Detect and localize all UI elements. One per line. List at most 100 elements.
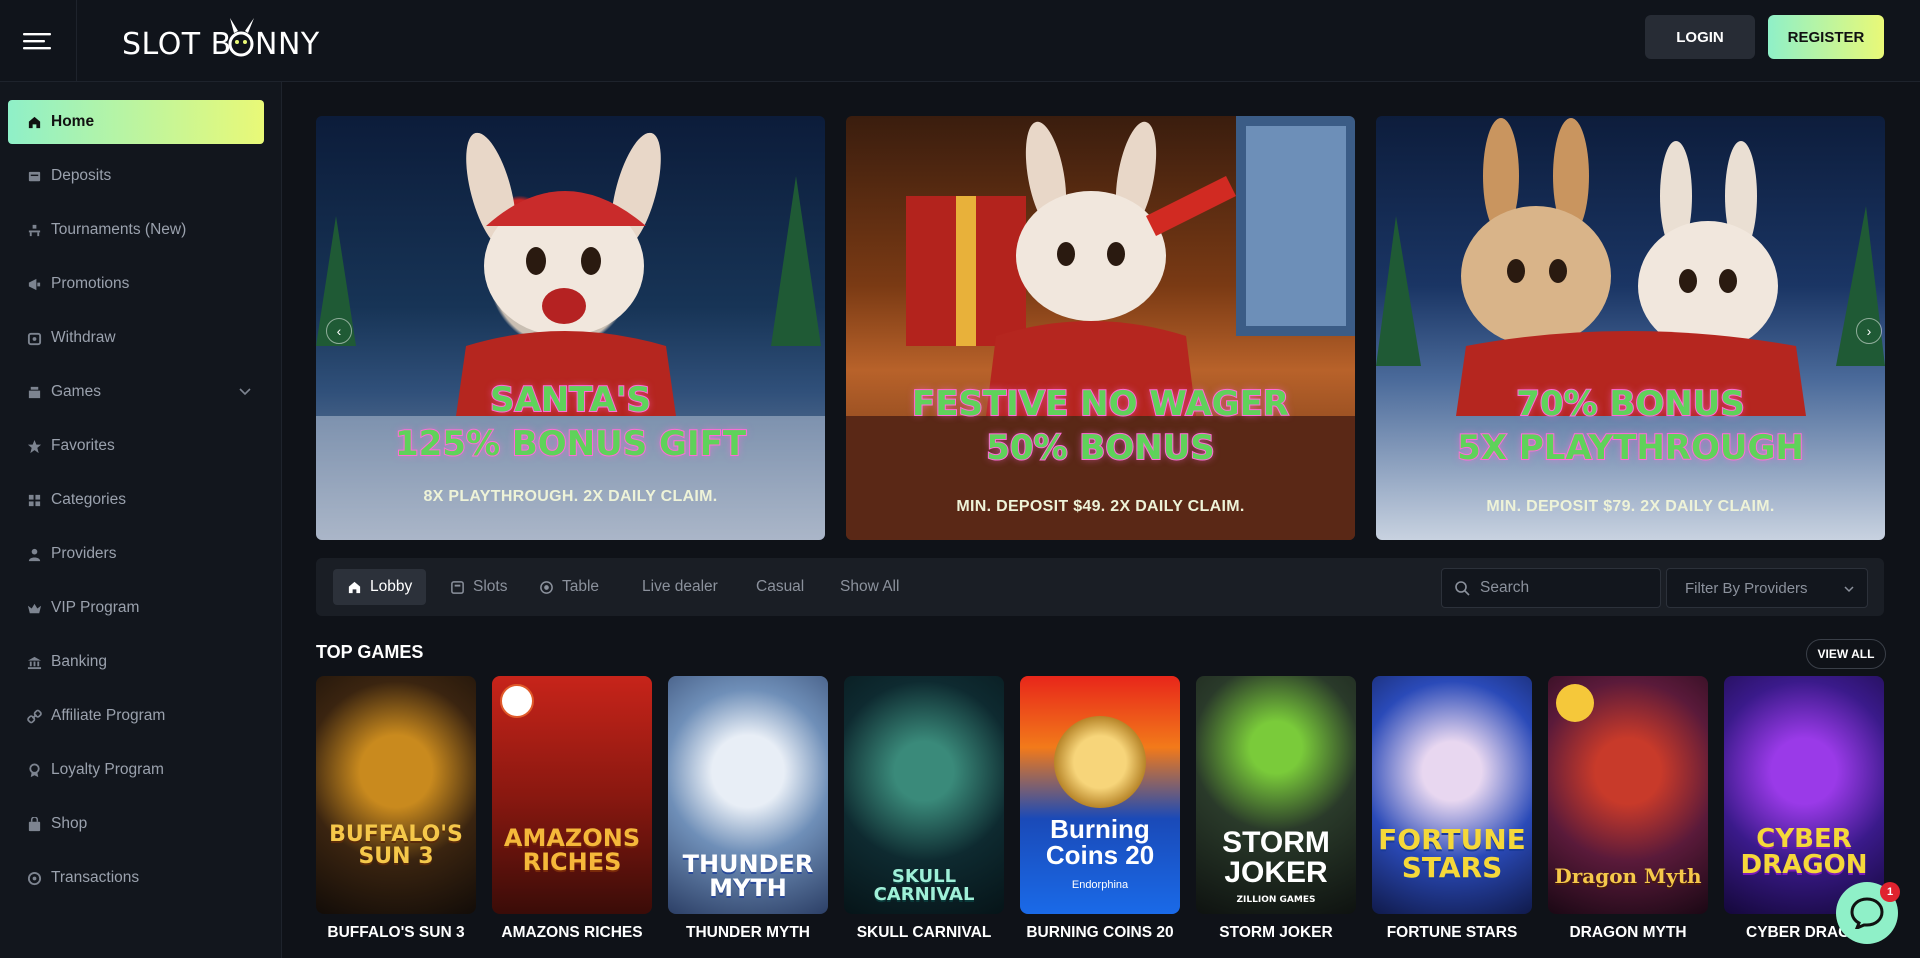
star-icon bbox=[26, 438, 42, 454]
sidebar-item-categories[interactable]: Categories bbox=[8, 478, 264, 522]
sidebar: Home Deposits Tournaments (New) Promotio… bbox=[0, 82, 282, 958]
sidebar-item-label: Categories bbox=[51, 491, 126, 508]
chevron-right-icon: › bbox=[1866, 323, 1872, 339]
game-card[interactable]: CYBER DRAGON bbox=[1724, 676, 1884, 914]
sidebar-item-affiliate[interactable]: Affiliate Program bbox=[8, 694, 264, 738]
game-title[interactable]: BURNING COINS 20 bbox=[1020, 924, 1180, 942]
game-logo: Dragon Myth bbox=[1554, 864, 1702, 888]
sidebar-item-promotions[interactable]: Promotions bbox=[8, 262, 264, 306]
game-card[interactable]: SKULL CARNIVAL bbox=[844, 676, 1004, 914]
game-logo: FORTUNE STARS bbox=[1378, 823, 1526, 884]
grid-icon bbox=[26, 492, 42, 508]
sidebar-item-label: Transactions bbox=[51, 869, 140, 886]
view-all-button[interactable]: VIEW ALL bbox=[1806, 639, 1886, 669]
game-logo: SKULL CARNIVAL bbox=[873, 866, 975, 905]
game-title[interactable]: AMAZONS RICHES bbox=[492, 924, 652, 942]
tab-slots[interactable]: Slots bbox=[436, 569, 521, 605]
provider-name: Endorphina bbox=[1071, 879, 1129, 891]
carousel-next-button[interactable]: › bbox=[1856, 318, 1882, 344]
banner-title: 50% BONUS bbox=[985, 427, 1216, 469]
tab-casual[interactable]: Casual bbox=[742, 569, 818, 605]
sidebar-item-withdraw[interactable]: Withdraw bbox=[8, 316, 264, 360]
bunny-logo-icon: SLOT B NNY bbox=[122, 18, 320, 62]
tab-live-dealer[interactable]: Live dealer bbox=[628, 569, 732, 605]
game-card[interactable]: BUFFALO'S SUN 3 bbox=[316, 676, 476, 914]
link-icon bbox=[26, 708, 42, 724]
game-logo: THUNDER MYTH bbox=[682, 850, 814, 902]
sidebar-item-home[interactable]: Home bbox=[8, 100, 264, 144]
sidebar-item-vip[interactable]: VIP Program bbox=[8, 586, 264, 630]
sidebar-item-label: Loyalty Program bbox=[51, 761, 164, 778]
chevron-down-icon[interactable] bbox=[238, 384, 252, 398]
sidebar-item-shop[interactable]: Shop bbox=[8, 802, 264, 846]
game-title[interactable]: DRAGON MYTH bbox=[1548, 924, 1708, 942]
tab-lobby[interactable]: Lobby bbox=[333, 569, 427, 605]
game-card[interactable]: THUNDER MYTH bbox=[668, 676, 828, 914]
tab-table[interactable]: Table bbox=[525, 569, 613, 605]
game-title[interactable]: FORTUNE STARS bbox=[1372, 924, 1532, 942]
tab-label: Show All bbox=[840, 578, 900, 595]
game-card[interactable]: FORTUNE STARS bbox=[1372, 676, 1532, 914]
twin-bunnies-illustration bbox=[1376, 118, 1885, 416]
sidebar-item-banking[interactable]: Banking bbox=[8, 640, 264, 684]
game-card[interactable]: STORM JOKER ZILLION GAMES bbox=[1196, 676, 1356, 914]
svg-text:NNY: NNY bbox=[255, 27, 320, 62]
sidebar-item-label: Games bbox=[51, 383, 101, 400]
game-thumbnail bbox=[316, 676, 476, 914]
promo-banner[interactable]: FESTIVE NO WAGER 50% BONUS MIN. DEPOSIT … bbox=[846, 116, 1355, 540]
sidebar-item-label: VIP Program bbox=[51, 599, 140, 616]
svg-text:SLOT B: SLOT B bbox=[122, 27, 232, 62]
tab-label: Slots bbox=[473, 578, 508, 595]
header: SLOT B NNY LOGIN REGISTER bbox=[0, 0, 1920, 82]
table-icon bbox=[540, 580, 553, 594]
provider-badge-icon bbox=[500, 684, 534, 718]
coin-icon bbox=[1054, 716, 1146, 808]
bank-icon bbox=[26, 654, 42, 670]
game-logo: Burning Coins 20 bbox=[1045, 814, 1155, 870]
sidebar-item-deposits[interactable]: Deposits bbox=[8, 154, 264, 198]
game-card[interactable]: Burning Coins 20 Endorphina bbox=[1020, 676, 1180, 914]
home-icon bbox=[348, 581, 361, 593]
game-logo: CYBER DRAGON bbox=[1740, 824, 1868, 880]
game-title[interactable]: STORM JOKER bbox=[1196, 924, 1356, 942]
sidebar-item-loyalty[interactable]: Loyalty Program bbox=[8, 748, 264, 792]
game-title[interactable]: SKULL CARNIVAL bbox=[844, 924, 1004, 942]
sidebar-item-favorites[interactable]: Favorites bbox=[8, 424, 264, 468]
banner-title: FESTIVE NO WAGER bbox=[911, 383, 1290, 425]
sidebar-item-label: Affiliate Program bbox=[51, 707, 166, 724]
game-title[interactable]: BUFFALO'S SUN 3 bbox=[316, 924, 476, 942]
deposit-icon bbox=[26, 168, 42, 184]
badge-icon bbox=[26, 762, 42, 778]
carousel-prev-button[interactable]: ‹ bbox=[326, 318, 352, 344]
promo-banner[interactable]: SANTA'S 125% BONUS GIFT 8X PLAYTHROUGH. … bbox=[316, 116, 825, 540]
promo-banner[interactable]: 70% BONUS 5X PLAYTHROUGH MIN. DEPOSIT $7… bbox=[1376, 116, 1885, 540]
chevron-down-icon bbox=[1844, 586, 1854, 593]
tab-show-all[interactable]: Show All bbox=[826, 569, 913, 605]
chat-bubble-icon bbox=[1850, 897, 1884, 929]
sidebar-item-providers[interactable]: Providers bbox=[8, 532, 264, 576]
game-card[interactable]: Dragon Myth bbox=[1548, 676, 1708, 914]
search-input[interactable]: Search bbox=[1441, 568, 1661, 608]
chevron-left-icon: ‹ bbox=[336, 323, 342, 339]
sidebar-item-transactions[interactable]: Transactions bbox=[8, 856, 264, 900]
user-icon bbox=[26, 546, 42, 562]
tournament-icon bbox=[26, 222, 42, 238]
menu-button[interactable] bbox=[0, 0, 77, 82]
sidebar-item-label: Tournaments (New) bbox=[51, 221, 187, 238]
brand-logo[interactable]: SLOT B NNY bbox=[122, 18, 352, 62]
sidebar-item-label: Shop bbox=[51, 815, 88, 832]
register-button[interactable]: REGISTER bbox=[1768, 15, 1884, 59]
sidebar-item-label: Providers bbox=[51, 545, 117, 562]
sidebar-item-games[interactable]: Games bbox=[8, 370, 264, 414]
sidebar-item-tournaments[interactable]: Tournaments (New) bbox=[8, 208, 264, 252]
game-card[interactable]: AMAZONS RICHES bbox=[492, 676, 652, 914]
tab-label: Table bbox=[562, 578, 600, 595]
hamburger-icon bbox=[23, 33, 51, 50]
game-logo: BUFFALO'S SUN 3 bbox=[329, 822, 463, 869]
provider-name: ZILLION GAMES bbox=[1236, 895, 1316, 905]
game-title[interactable]: THUNDER MYTH bbox=[668, 924, 828, 942]
provider-filter-select[interactable]: Filter By Providers bbox=[1666, 568, 1868, 608]
login-button[interactable]: LOGIN bbox=[1645, 15, 1755, 59]
sidebar-item-label: Promotions bbox=[51, 275, 130, 292]
banner-title: 125% BONUS GIFT bbox=[394, 423, 747, 465]
